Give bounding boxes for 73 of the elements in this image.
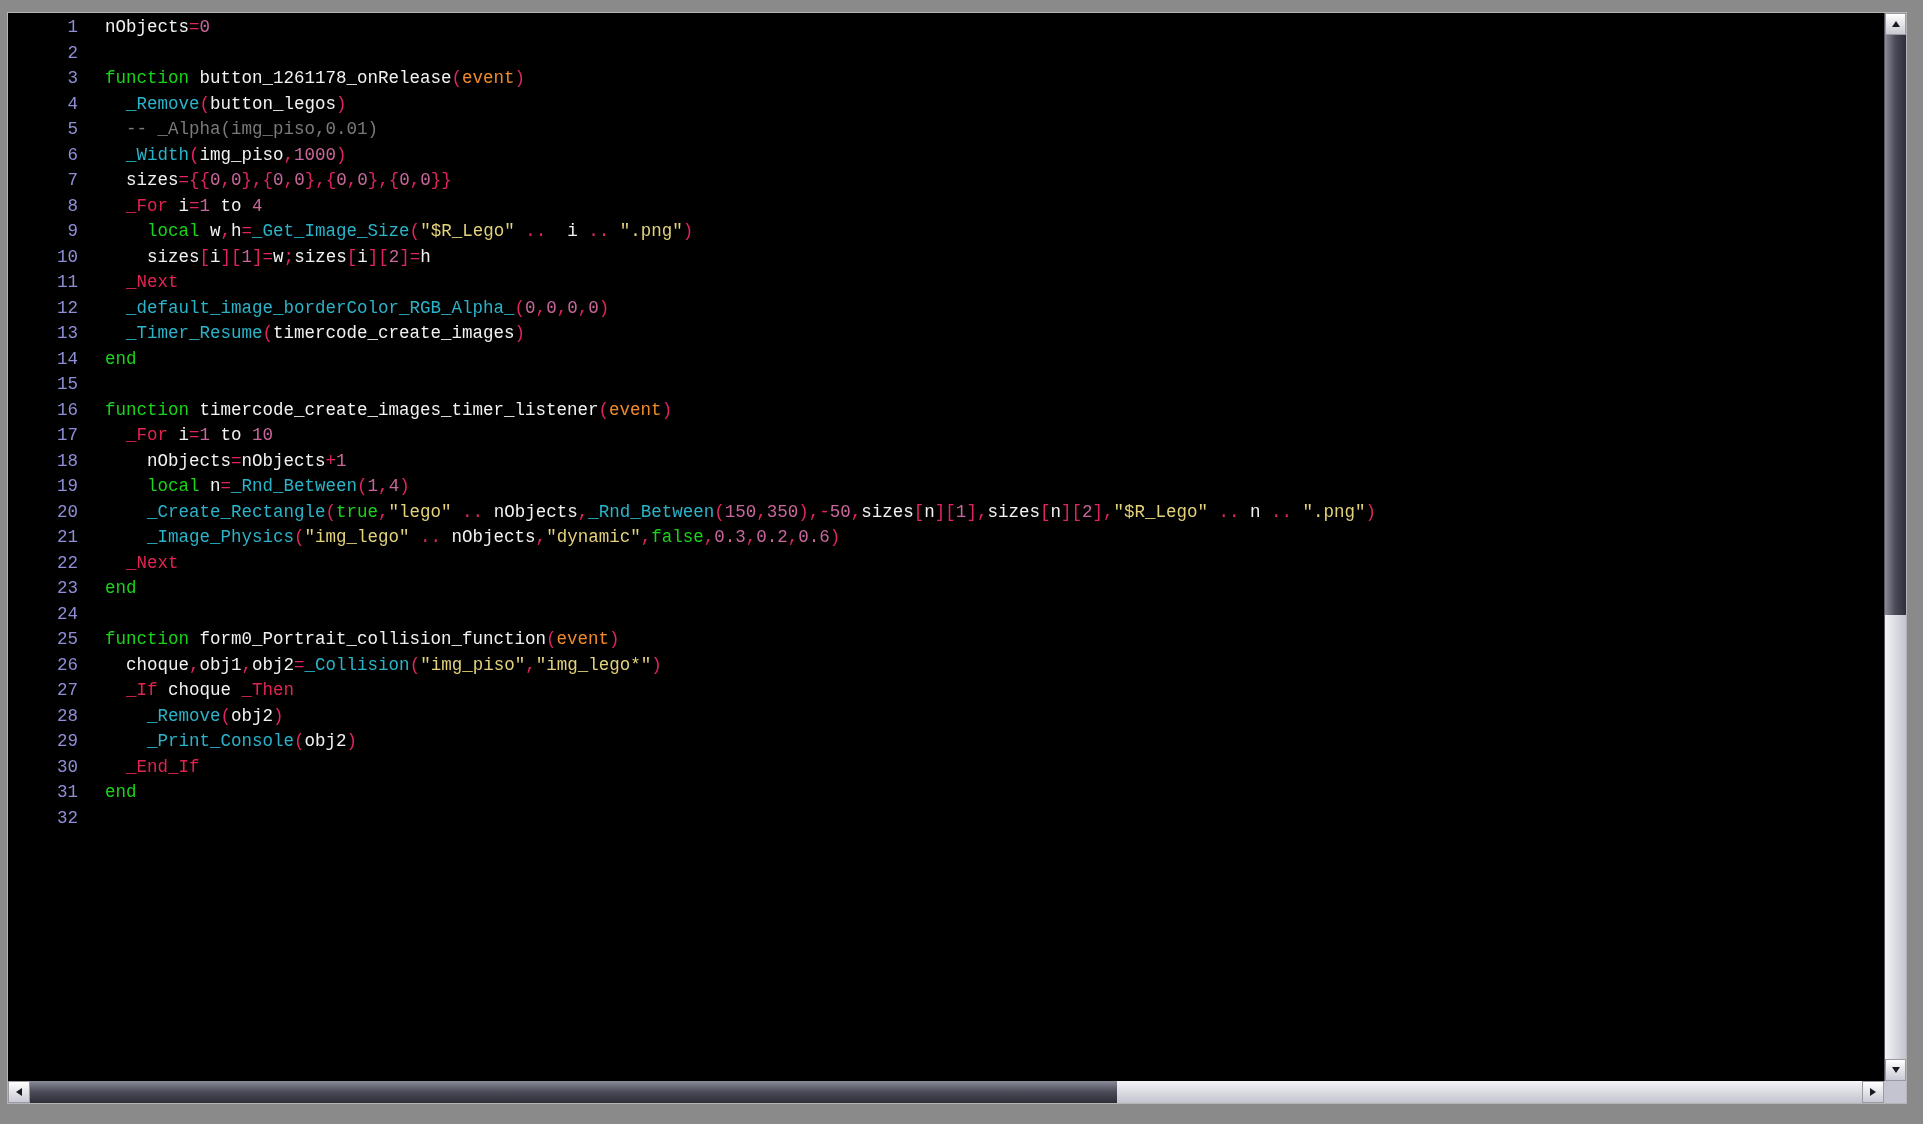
- scrollbar-corner: [1884, 1081, 1906, 1103]
- line-number: 7: [67, 169, 78, 192]
- scroll-right-button[interactable]: [1862, 1081, 1884, 1103]
- right-arrow-icon: [1868, 1087, 1878, 1097]
- vertical-scrollbar[interactable]: [1884, 13, 1906, 1081]
- horizontal-scrollbar[interactable]: [8, 1081, 1884, 1103]
- code-line: nObjects=nObjects+1: [146, 449, 347, 473]
- code-line: _End_If: [125, 755, 200, 779]
- code-line: _For i=1 to 10: [125, 424, 274, 447]
- code-line: _Timer_Resume(timercode_create_images): [125, 322, 526, 345]
- code-line: nObjects=0: [105, 16, 211, 39]
- code-line: _Remove(button_legos): [125, 92, 347, 116]
- line-number: 16: [57, 398, 78, 422]
- line-number: 11: [57, 271, 78, 294]
- scroll-thumb[interactable]: [1885, 35, 1906, 615]
- code-line: _Next: [125, 551, 179, 575]
- line-number: 25: [57, 628, 78, 651]
- line-number: 20: [57, 500, 78, 524]
- code-line: sizes[i][1]=w;sizes[i][2]=h: [146, 245, 431, 269]
- line-number: 13: [57, 322, 78, 345]
- scroll-down-button[interactable]: [1885, 1059, 1906, 1081]
- line-number: 32: [57, 806, 78, 830]
- line-number: 31: [57, 781, 78, 804]
- code-line: _Next: [125, 271, 179, 294]
- line-number: 2: [67, 41, 78, 65]
- line-number: 1: [67, 16, 78, 39]
- code-line: _For i=1 to 4: [125, 194, 263, 218]
- code-line: local w,h=_Get_Image_Size("$R_Lego" .. i .. ".png"): [146, 220, 694, 243]
- up-arrow-icon: [1890, 19, 1901, 29]
- line-number: 18: [57, 449, 78, 473]
- code-line: _Print_Console(obj2): [146, 730, 358, 753]
- line-number: 27: [57, 679, 78, 702]
- code-line: end: [105, 781, 137, 804]
- line-number: 21: [57, 526, 78, 549]
- code-line: _default_image_borderColor_RGB_Alpha_(0,0,0,0): [125, 296, 610, 320]
- line-number: 28: [57, 704, 78, 728]
- scroll-thumb[interactable]: [30, 1081, 1117, 1103]
- down-arrow-icon: [1890, 1065, 1901, 1075]
- code-line: local n=_Rnd_Between(1,4): [146, 475, 410, 498]
- line-number: 24: [57, 602, 78, 626]
- code-line: choque,obj1,obj2=_Collision("img_piso","img_lego*"): [125, 653, 662, 677]
- line-number: 10: [57, 245, 78, 269]
- line-number: 3: [67, 67, 78, 90]
- line-number: 17: [57, 424, 78, 447]
- line-number: 14: [57, 347, 78, 371]
- scroll-left-button[interactable]: [8, 1081, 30, 1103]
- code-line: _If choque _Then: [125, 679, 295, 702]
- line-number: 9: [67, 220, 78, 243]
- line-number: 5: [67, 118, 78, 141]
- code-line: end: [105, 577, 137, 600]
- line-number: 19: [57, 475, 78, 498]
- line-number: 29: [57, 730, 78, 753]
- scroll-up-button[interactable]: [1885, 13, 1906, 35]
- line-number: 26: [57, 653, 78, 677]
- code-line: end: [105, 347, 137, 371]
- code-line: sizes={{0,0},{0,0},{0,0},{0,0}}: [125, 169, 452, 192]
- code-line: function form0_Portrait_collision_function(event): [105, 628, 620, 651]
- left-arrow-icon: [14, 1087, 24, 1097]
- code-line: function button_1261178_onRelease(event): [105, 67, 526, 90]
- line-number: 4: [67, 92, 78, 116]
- line-number: 8: [67, 194, 78, 218]
- code-line: _Create_Rectangle(true,"lego" .. nObjects,_Rnd_Between(150,350),-50,sizes[n][1],sizes[n][2],"$R_Lego" .. n .. ".png"): [146, 500, 1377, 524]
- line-number: 30: [57, 755, 78, 779]
- code-line: _Remove(obj2): [146, 704, 284, 728]
- line-number: 12: [57, 296, 78, 320]
- code-line: _Width(img_piso,1000): [125, 143, 347, 167]
- line-number: 23: [57, 577, 78, 600]
- code-line: function timercode_create_images_timer_listener(event): [105, 398, 673, 422]
- code-line: _Image_Physics("img_lego" .. nObjects,"dynamic",false,0.3,0.2,0.6): [146, 526, 841, 549]
- line-number: 22: [57, 551, 78, 575]
- code-line: -- _Alpha(img_piso,0.01): [125, 118, 379, 141]
- line-number: 6: [67, 143, 78, 167]
- line-number: 15: [57, 373, 78, 396]
